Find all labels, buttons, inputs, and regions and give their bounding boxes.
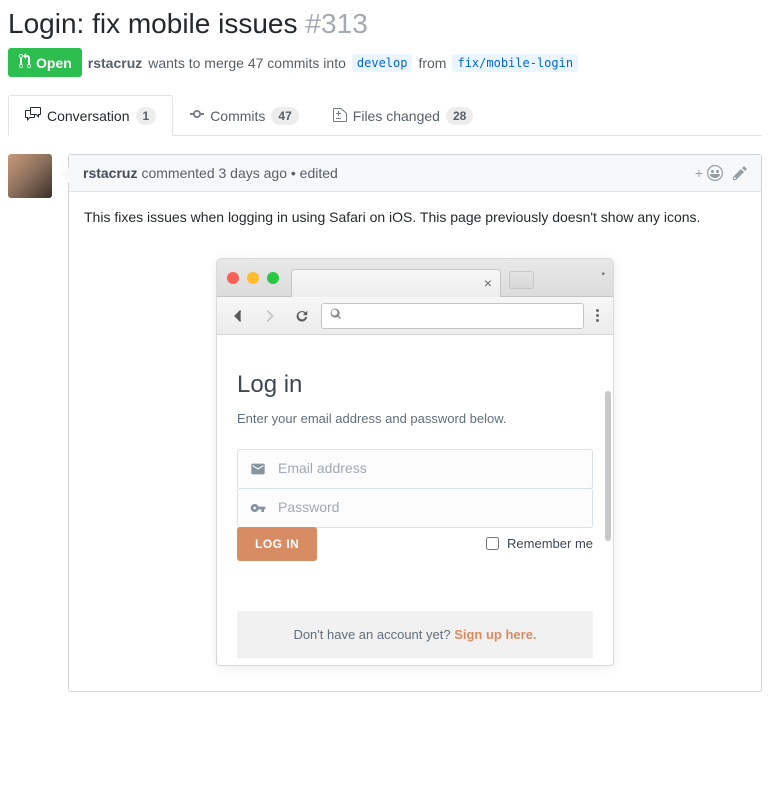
pr-number: #313 — [305, 8, 367, 40]
base-branch[interactable]: develop — [352, 54, 413, 72]
status-label: Open — [36, 55, 72, 71]
tab-files-label: Files changed — [353, 108, 440, 124]
edit-comment-button[interactable] — [733, 165, 747, 181]
back-button — [225, 309, 251, 323]
traffic-lights — [227, 272, 279, 284]
from-text: from — [418, 55, 446, 71]
email-placeholder: Email address — [278, 458, 367, 479]
signup-bar: Don't have an account yet? Sign up here. — [237, 611, 593, 659]
password-field: Password — [237, 488, 593, 528]
tab-commits-count: 47 — [271, 107, 298, 125]
tab-bar: Conversation 1 Commits 47 Files changed … — [8, 95, 762, 136]
status-badge: Open — [8, 48, 82, 77]
url-bar — [321, 303, 584, 329]
add-reaction-button[interactable] — [707, 165, 723, 181]
email-field: Email address — [237, 449, 593, 489]
email-icon — [250, 461, 266, 477]
minimize-window-icon — [247, 272, 259, 284]
forward-button — [257, 309, 283, 323]
login-actions: LOG IN Remember me — [237, 527, 593, 561]
login-title: Log in — [237, 367, 593, 403]
new-tab-button — [509, 271, 534, 289]
browser-screenshot: × • — [216, 258, 614, 666]
remember-me: Remember me — [486, 534, 593, 554]
head-branch[interactable]: fix/mobile-login — [452, 54, 578, 72]
maximize-window-icon — [267, 272, 279, 284]
remember-label: Remember me — [507, 534, 593, 554]
login-button: LOG IN — [237, 527, 317, 561]
tab-commits[interactable]: Commits 47 — [173, 95, 316, 136]
comment: rstacruz commented 3 days ago • edited +… — [8, 154, 762, 692]
git-pull-request-icon — [18, 53, 32, 72]
comment-header: rstacruz commented 3 days ago • edited + — [69, 155, 761, 192]
login-subtitle: Enter your email address and password be… — [237, 409, 593, 429]
browser-tab-strip: × • — [217, 259, 613, 297]
remember-checkbox — [486, 537, 499, 550]
password-placeholder: Password — [278, 497, 339, 518]
pr-title: Login: fix mobile issues — [8, 8, 297, 40]
git-commit-icon — [190, 106, 204, 125]
reload-button — [289, 309, 315, 323]
pr-title-row: Login: fix mobile issues #313 — [8, 8, 762, 40]
merge-text: wants to merge 47 commits into — [148, 55, 346, 71]
tab-conversation-label: Conversation — [47, 108, 130, 124]
signup-link: Sign up here. — [454, 627, 536, 642]
close-window-icon — [227, 272, 239, 284]
browser-overflow-icon: • — [601, 267, 603, 282]
browser-tab: × — [291, 269, 501, 297]
comment-discussion-icon — [25, 106, 41, 125]
pr-author[interactable]: rstacruz — [88, 55, 142, 71]
key-icon — [250, 500, 266, 516]
login-page: Log in Enter your email address and pass… — [217, 335, 613, 665]
tab-conversation[interactable]: Conversation 1 — [8, 95, 173, 136]
browser-toolbar — [217, 297, 613, 335]
browser-menu-button — [590, 309, 605, 322]
comment-text: This fixes issues when logging in using … — [84, 207, 746, 228]
comment-box: rstacruz commented 3 days ago • edited +… — [68, 154, 762, 692]
tab-files-count: 28 — [446, 107, 473, 125]
tab-commits-label: Commits — [210, 108, 265, 124]
comment-meta: commented 3 days ago • edited — [141, 165, 337, 181]
signup-prompt: Don't have an account yet? — [293, 627, 454, 642]
tab-conversation-count: 1 — [136, 107, 157, 125]
pr-meta-row: Open rstacruz wants to merge 47 commits … — [8, 48, 762, 77]
comment-author[interactable]: rstacruz — [83, 165, 137, 181]
scrollbar — [605, 391, 611, 541]
avatar[interactable] — [8, 154, 52, 198]
comment-body: This fixes issues when logging in using … — [69, 192, 761, 691]
plus-icon: + — [695, 165, 703, 181]
file-diff-icon — [333, 106, 347, 125]
tab-files[interactable]: Files changed 28 — [316, 95, 491, 136]
close-tab-icon: × — [484, 273, 492, 294]
search-icon — [330, 307, 342, 325]
